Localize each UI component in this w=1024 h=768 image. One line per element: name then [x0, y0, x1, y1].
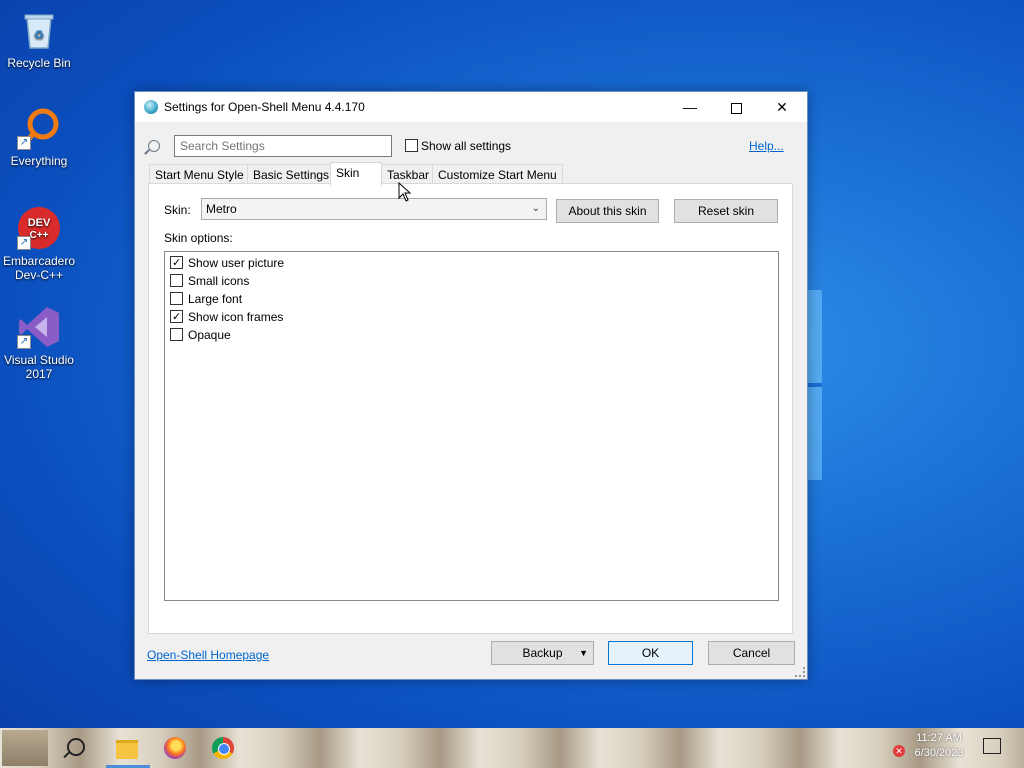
mouse-cursor-icon [398, 182, 412, 202]
option-label: Opaque [188, 327, 231, 342]
svg-text:DEV: DEV [28, 217, 51, 229]
cancel-button[interactable]: Cancel [708, 641, 795, 665]
skin-dropdown-value: Metro [206, 202, 237, 216]
settings-window: Settings for Open-Shell Menu 4.4.170 — ✕… [134, 91, 808, 680]
reset-skin-button[interactable]: Reset skin [674, 199, 778, 223]
taskbar-firefox[interactable] [152, 728, 198, 768]
search-icon [148, 140, 160, 152]
desktop-icon-label: Embarcadero Dev-C++ [2, 254, 76, 282]
tab-skin[interactable]: Skin [330, 162, 382, 186]
notifications-icon[interactable] [983, 738, 1001, 754]
skin-options-list: Show user picture Small icons Large font… [164, 251, 779, 601]
folder-icon [116, 740, 138, 759]
shortcut-arrow-icon: ↗ [17, 236, 31, 250]
taskbar-chrome[interactable] [200, 728, 246, 768]
option-label: Show icon frames [188, 309, 284, 324]
open-shell-homepage-link[interactable]: Open-Shell Homepage [147, 648, 269, 662]
search-row: Show all settings Help... [135, 135, 807, 159]
backup-button[interactable]: Backup ▼ [491, 641, 594, 665]
title-bar[interactable]: Settings for Open-Shell Menu 4.4.170 — ✕ [135, 92, 807, 122]
skin-dropdown[interactable]: Metro ⌄ [201, 198, 547, 220]
everything-icon: ↗ [17, 106, 61, 150]
desktop-icon-everything[interactable]: ↗ Everything [0, 106, 78, 168]
resize-grip-icon[interactable] [795, 667, 805, 677]
shortcut-arrow-icon: ↗ [17, 136, 31, 150]
checkbox-checked[interactable] [170, 308, 183, 326]
tab-customize-start-menu[interactable]: Customize Start Menu [432, 164, 563, 185]
maximize-icon [730, 102, 742, 114]
checkbox-unchecked[interactable] [170, 292, 183, 306]
network-error-icon[interactable]: ✕ [893, 745, 905, 757]
clock-time: 11:27 AM [916, 732, 962, 744]
checkbox-unchecked[interactable] [170, 274, 183, 288]
visual-studio-icon: ↗ [17, 305, 61, 349]
taskbar-file-explorer[interactable] [104, 728, 150, 768]
desktop-icon-label: Recycle Bin [7, 56, 71, 70]
minimize-button[interactable]: — [667, 92, 713, 122]
window-title: Settings for Open-Shell Menu 4.4.170 [164, 100, 365, 114]
option-opaque[interactable]: Opaque [170, 325, 231, 343]
show-all-settings-checkbox[interactable]: Show all settings [405, 138, 511, 153]
svg-text:C++: C++ [30, 230, 49, 241]
desktop-icon-visual-studio[interactable]: ↗ Visual Studio 2017 [0, 305, 78, 381]
tab-start-menu-style[interactable]: Start Menu Style [149, 164, 250, 185]
desktop-icon-recycle-bin[interactable]: ♻ Recycle Bin [0, 8, 78, 70]
ok-button[interactable]: OK [608, 641, 693, 665]
checkbox-unchecked[interactable] [170, 328, 183, 342]
help-link[interactable]: Help... [749, 139, 784, 153]
checkbox-box[interactable] [405, 139, 418, 153]
shortcut-arrow-icon: ↗ [17, 335, 31, 349]
option-label: Small icons [188, 273, 250, 288]
taskbar-clock[interactable]: 11:27 AM 6/30/2023 [906, 731, 972, 761]
maximize-button[interactable] [713, 92, 759, 122]
option-show-user-picture[interactable]: Show user picture [170, 253, 285, 272]
option-small-icons[interactable]: Small icons [170, 271, 249, 289]
backup-label: Backup [522, 646, 563, 660]
skin-options-label: Skin options: [164, 231, 233, 245]
taskbar-search-button[interactable] [54, 728, 100, 768]
checkbox-checked[interactable] [170, 254, 183, 272]
chrome-icon [212, 737, 234, 759]
show-all-settings-label: Show all settings [421, 138, 512, 153]
search-input[interactable] [174, 135, 392, 157]
desktop-icon-label: Everything [10, 154, 68, 168]
about-this-skin-button[interactable]: About this skin [556, 199, 659, 223]
close-button[interactable]: ✕ [759, 92, 805, 122]
desktop-icon-devcpp[interactable]: DEV C++ ↗ Embarcadero Dev-C++ [0, 206, 78, 282]
dropdown-arrow-icon: ▼ [579, 648, 588, 658]
desktop-background-divider [808, 383, 822, 387]
clock-date: 6/30/2023 [914, 747, 964, 759]
skin-tab-panel: Skin: Metro ⌄ About this skin Reset skin… [148, 183, 793, 634]
start-button[interactable] [2, 730, 48, 766]
option-show-icon-frames[interactable]: Show icon frames [170, 307, 284, 326]
desktop-icon-label: Visual Studio 2017 [4, 353, 74, 381]
firefox-icon [164, 737, 186, 759]
open-shell-icon [144, 100, 158, 114]
skin-label: Skin: [164, 203, 191, 217]
option-label: Large font [188, 291, 243, 306]
option-large-font[interactable]: Large font [170, 289, 242, 307]
search-icon [67, 738, 85, 756]
recycle-bin-icon: ♻ [17, 8, 61, 52]
option-label: Show user picture [188, 255, 285, 270]
devcpp-icon: DEV C++ ↗ [17, 206, 61, 250]
chevron-down-icon: ⌄ [531, 203, 540, 214]
taskbar [0, 728, 1024, 768]
svg-text:♻: ♻ [34, 28, 45, 42]
tab-basic-settings[interactable]: Basic Settings [247, 164, 336, 185]
